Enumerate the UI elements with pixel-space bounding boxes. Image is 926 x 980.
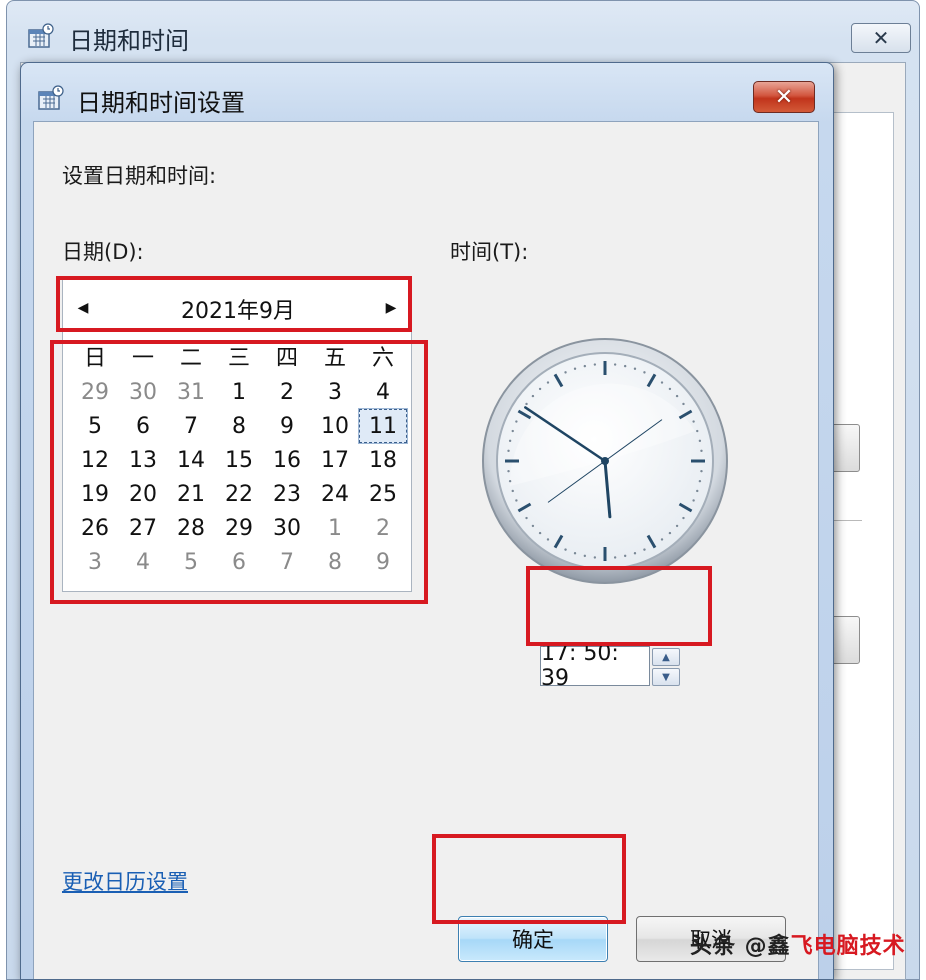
clock-minute-dot bbox=[508, 439, 512, 443]
calendar-clock-icon bbox=[38, 85, 64, 110]
close-icon: ✕ bbox=[872, 26, 890, 50]
clock-minute-dot bbox=[515, 499, 518, 502]
highlight-time-field bbox=[526, 566, 712, 646]
clock-minute-dot bbox=[538, 387, 542, 391]
clock-minute-dot bbox=[623, 364, 627, 368]
clock-minute-dot bbox=[682, 516, 685, 520]
highlight-calendar-days bbox=[50, 340, 428, 604]
clock-minute-dot bbox=[660, 538, 664, 541]
time-spin-up-button[interactable]: ▲ bbox=[652, 648, 680, 666]
watermark-prefix: 头条 @鑫 bbox=[690, 934, 791, 959]
calendar-clock-icon bbox=[28, 23, 54, 48]
arrow-down-icon: ▼ bbox=[662, 671, 670, 683]
clock-minute-dot bbox=[573, 367, 577, 370]
dialog-close-button[interactable]: ✕ bbox=[753, 81, 815, 113]
clock-minute-dot bbox=[633, 367, 637, 370]
clock-minute-dot bbox=[507, 449, 510, 453]
highlight-ok-button bbox=[432, 834, 626, 924]
close-icon: ✕ bbox=[774, 84, 794, 110]
clock-minute-dot bbox=[546, 538, 550, 541]
background-window-title: 日期和时间 bbox=[69, 27, 189, 55]
clock-minute-dot bbox=[633, 552, 637, 555]
clock-minute-dot bbox=[698, 439, 702, 443]
clock-minute-dot bbox=[583, 364, 587, 368]
clock-minute-dot bbox=[696, 489, 699, 493]
clock-minute-dot bbox=[593, 363, 597, 366]
watermark-brand: 飞电脑技术 bbox=[790, 934, 906, 959]
clock-minute-dot bbox=[531, 394, 535, 398]
clock-minute-dot bbox=[700, 469, 703, 473]
clock-minute-dot bbox=[573, 552, 577, 555]
change-calendar-settings-link[interactable]: 更改日历设置 bbox=[62, 866, 188, 896]
clock-minute-dot bbox=[507, 469, 510, 473]
clock-minute-dot bbox=[511, 489, 514, 493]
clock-minute-dot bbox=[643, 548, 646, 551]
background-close-button[interactable]: ✕ bbox=[851, 23, 911, 53]
watermark: 头条 @鑫飞电脑技术 bbox=[690, 928, 906, 960]
clock-minute-dot bbox=[660, 381, 664, 384]
clock-minute-dot bbox=[546, 381, 550, 384]
clock-minute-dot bbox=[692, 420, 695, 423]
clock-minute-dot bbox=[613, 363, 617, 366]
clock-center-hub bbox=[601, 457, 609, 465]
clock-minute-dot bbox=[525, 402, 528, 406]
clock-minute-dot bbox=[700, 449, 703, 453]
time-spin-down-button[interactable]: ▼ bbox=[652, 668, 680, 686]
clock-minute-dot bbox=[564, 548, 567, 551]
dialog-title: 日期和时间设置 bbox=[77, 89, 245, 117]
clock-minute-dot bbox=[668, 531, 672, 535]
time-input[interactable]: 17: 50: 39 bbox=[540, 641, 650, 691]
clock-minute-dot bbox=[692, 499, 695, 502]
clock-minute-dot bbox=[643, 371, 646, 374]
clock-minute-dot bbox=[623, 554, 627, 558]
clock-minute-dot bbox=[696, 429, 699, 433]
highlight-month-header bbox=[56, 276, 412, 332]
clock-minute-dot bbox=[698, 479, 702, 483]
clock-minute-dot bbox=[593, 556, 597, 559]
clock-minute-dot bbox=[538, 531, 542, 535]
arrow-up-icon: ▲ bbox=[662, 651, 670, 663]
setup-label: 设置日期和时间: bbox=[62, 164, 217, 188]
clock-minute-dot bbox=[675, 394, 679, 398]
clock-minute-dot bbox=[668, 387, 672, 391]
clock-minute-dot bbox=[511, 429, 514, 433]
time-label: 时间(T): bbox=[450, 240, 529, 264]
clock-minute-dot bbox=[525, 516, 528, 520]
clock-minute-dot bbox=[531, 524, 535, 528]
date-label: 日期(D): bbox=[62, 240, 144, 264]
analog-clock bbox=[482, 338, 728, 584]
clock-minute-dot bbox=[613, 556, 617, 559]
clock-minute-dot bbox=[682, 402, 685, 406]
clock-minute-dot bbox=[675, 524, 679, 528]
clock-minute-dot bbox=[583, 554, 587, 558]
clock-minute-dot bbox=[508, 479, 512, 483]
clock-minute-dot bbox=[515, 420, 518, 423]
clock-minute-dot bbox=[564, 371, 567, 374]
